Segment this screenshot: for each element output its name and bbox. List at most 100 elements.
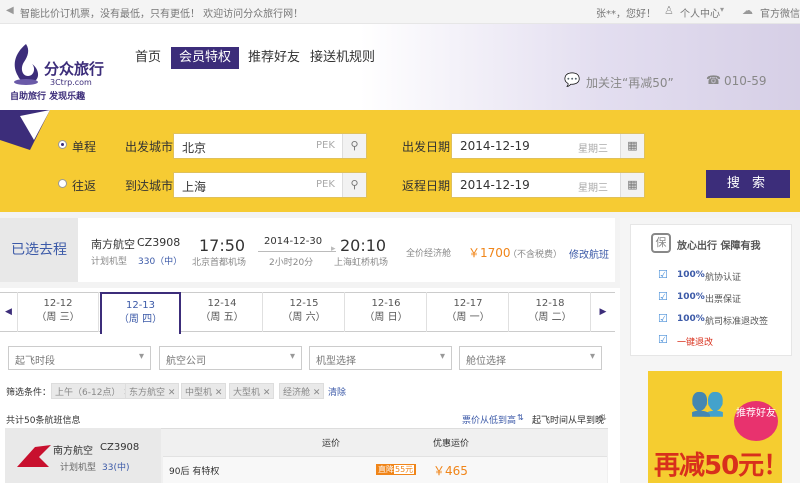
change-flight-link[interactable]: 修改航班 [569,246,609,261]
filter-tag[interactable]: 经济舱 ✕ [279,383,325,399]
return-date-value: 2014-12-19 [460,178,530,192]
result-airline: 南方航空 [53,446,93,457]
depart-city-label: 出发城市 [125,140,174,154]
route-arrow-line [258,251,336,252]
date-tab-selected[interactable]: 12-13 （周 四） [100,292,181,334]
dropdown-label: 航空公司 [166,356,206,367]
date-tab[interactable]: 12-17 （周 一） [428,292,509,332]
prev-dates-button[interactable]: ◀ [0,292,18,332]
filter-tag-label: 经济舱 [283,388,311,398]
plane-type-dropdown[interactable]: 机型选择 ▾ [309,346,452,370]
nav-home[interactable]: 首页 [127,47,169,69]
sort-icon: ⇅ [600,413,607,422]
airline-dropdown[interactable]: 航空公司 ▾ [159,346,302,370]
date-tab-weekday: （周 日） [364,312,408,323]
date-tab[interactable]: 12-15 （周 六） [264,292,345,332]
date-tab-weekday: （周 一） [446,312,490,323]
special-fare-label: 90后 有特权 [169,467,220,477]
depart-date-value: 2014-12-19 [460,139,530,153]
wechat-link[interactable]: 官方微信 [760,5,800,20]
flight-duration: 2小时20分 [269,258,314,268]
date-tab[interactable]: 12-14 （周 五） [182,292,263,332]
depart-weekday: 星期三 [578,144,608,155]
calendar-icon[interactable]: ▦ [620,173,644,197]
depart-date-field[interactable]: 2014-12-19 星期三 ▦ [451,133,645,159]
discount-badge: 直降55元 [376,464,417,475]
chevron-down-icon: ▾ [720,5,725,14]
user-icon: ♙ [664,4,674,17]
recommend-badge-text: 推荐好友 [736,408,776,419]
filter-tag[interactable]: 东方航空 ✕ [125,383,180,399]
nav-pickup-rules[interactable]: 接送机规则 [302,47,383,69]
discount-badge-amount: 55元 [394,465,415,474]
promo-banner[interactable]: 👥 推荐好友 再减50元！ [648,371,789,483]
arrive-airport: 上海虹桥机场 [334,258,389,268]
sort-by-price[interactable]: 票价从低到高 [462,413,516,426]
filter-tag[interactable]: 上午（6-12点） ✕ [51,383,135,399]
flight-date: 2014-12-30 [264,236,323,247]
dropdown-label: 机型选择 [316,356,356,367]
arrive-city-label: 到达城市 [125,179,174,193]
depart-city-code: PEK [316,140,335,151]
sort-icon: ⇅ [517,413,524,422]
date-tab[interactable]: 12-16 （周 日） [346,292,427,332]
recommend-badge: 推荐好友 [734,401,778,441]
depart-date-label: 出发日期 [402,140,451,154]
date-tab-date: 12-15 [289,298,319,309]
return-date-field[interactable]: 2014-12-19 星期三 ▦ [451,172,645,198]
depart-city-field[interactable]: 北京 PEK ⚲ [173,133,367,159]
depart-time: 17:50 [199,236,246,255]
date-tab[interactable]: 12-12 （周 三） [18,292,99,332]
close-icon[interactable]: ✕ [263,388,271,398]
logo[interactable]: 分众旅行 3Ctrp.com 自助旅行 发现乐趣 [8,42,108,102]
calendar-icon[interactable]: ▦ [620,134,644,158]
close-icon[interactable]: ✕ [313,388,321,398]
location-pin-icon[interactable]: ⚲ [342,173,366,197]
search-panel [0,110,800,212]
filter-tag-label: 上午（6-12点） [55,388,121,398]
follow-text[interactable]: 加关注“再减50” [586,74,674,91]
search-button[interactable]: 搜 索 [706,170,790,198]
filter-condition-label: 筛选条件： [6,388,52,398]
close-icon[interactable]: ✕ [168,388,176,398]
plane-type-value: 330（中） [138,257,183,267]
guarantee-pct: 100% [677,270,705,280]
checkbox-icon: ☑ [658,333,668,346]
date-tab-weekday: （周 五） [200,312,244,323]
location-pin-icon[interactable]: ⚲ [342,134,366,158]
plane-type-label: 计划机型 [91,257,128,267]
return-date-label: 返程日期 [402,179,451,193]
sort-by-time[interactable]: 起飞时间从早到晚 [532,413,604,426]
filter-tag[interactable]: 中型机 ✕ [181,383,227,399]
radio-round-trip[interactable] [58,179,67,188]
departure-time-dropdown[interactable]: 起飞时段 ▾ [8,346,151,370]
top-bar: ◀ 智能比价订机票，没有最低，只有更低！ 欢迎访问分众旅行网！ 张**，您好！ … [0,0,800,24]
close-icon[interactable]: ✕ [215,388,223,398]
user-greeting[interactable]: 张**，您好！ [596,5,656,20]
wechat-icon: ☁ [742,4,753,17]
round-trip-label: 往返 [72,179,97,193]
user-center-link[interactable]: 个人中心 [680,5,720,20]
radio-one-way[interactable] [58,140,67,149]
col-price-header: 运价 [322,439,341,449]
filter-tag-label: 大型机 [233,388,261,398]
date-tab-date: 12-13 [125,300,156,311]
flame-logo-icon [14,44,39,85]
tax-note: （不含税费） [508,250,563,260]
filter-tag-label: 东方航空 [129,388,166,398]
nav-refer-friends[interactable]: 推荐好友 [240,47,308,69]
date-tab-date: 12-17 [453,298,483,309]
guarantee-text: 航协认证 [705,273,742,283]
cabin-dropdown[interactable]: 舱位选择 ▾ [459,346,602,370]
date-tab-weekday: （周 三） [36,312,80,323]
next-dates-button[interactable]: ▶ [593,292,613,332]
date-tab-weekday: （周 二） [528,312,572,323]
arrive-city-field[interactable]: 上海 PEK ⚲ [173,172,367,198]
filter-tag[interactable]: 大型机 ✕ [229,383,275,399]
chevron-down-icon: ▾ [138,351,144,362]
clear-filters-link[interactable]: 清除 [328,385,346,398]
result-price: ￥465 [433,464,468,478]
date-tab[interactable]: 12-18 （周 二） [510,292,591,332]
airline-name: 南方航空 [91,238,135,251]
nav-member-privileges[interactable]: 会员特权 [171,47,240,69]
